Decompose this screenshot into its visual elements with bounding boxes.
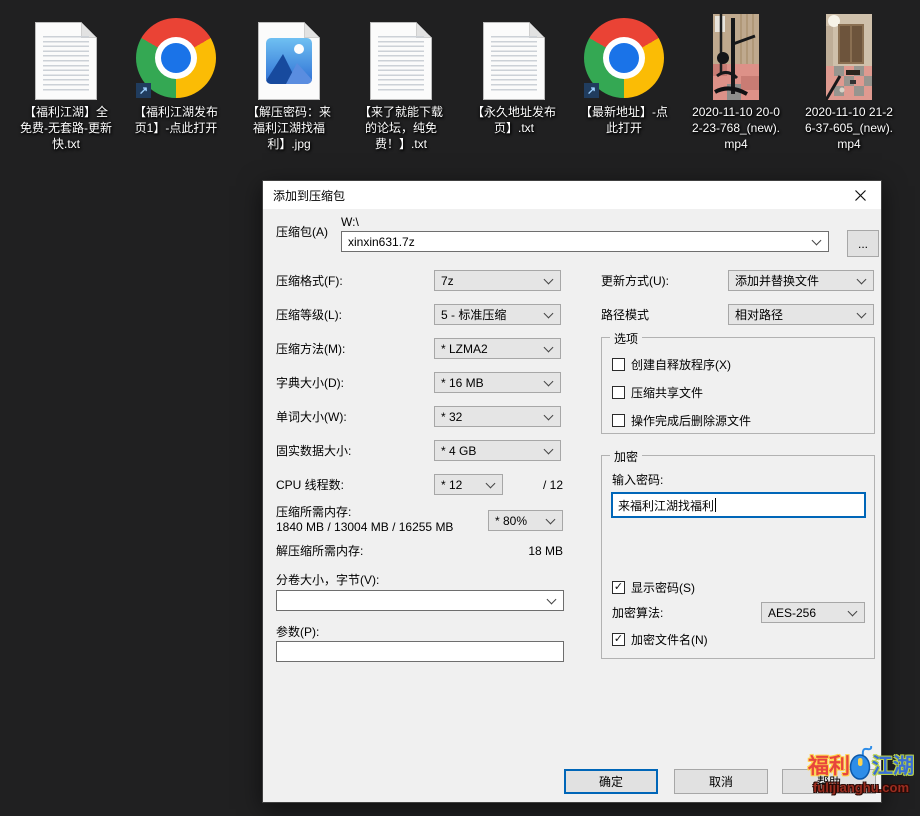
word-size-combo[interactable]: * 32 bbox=[434, 406, 561, 427]
memory-compress-value: 1840 MB / 13004 MB / 16255 MB bbox=[276, 520, 453, 535]
cpu-threads-combo[interactable]: * 12 bbox=[434, 474, 503, 495]
format-label: 压缩格式(F): bbox=[276, 274, 343, 289]
chevron-down-icon bbox=[812, 236, 822, 246]
icon-label: 【最新地址】-点此打开 bbox=[578, 104, 671, 136]
chrome-icon: ↗ bbox=[584, 14, 664, 100]
ok-button[interactable]: 确定 bbox=[564, 769, 658, 794]
update-mode-label: 更新方式(U): bbox=[601, 274, 669, 289]
delete-after-checkbox[interactable]: 操作完成后删除源文件 bbox=[612, 412, 751, 429]
volume-size-label: 分卷大小，字节(V): bbox=[276, 573, 379, 588]
text-file-icon bbox=[35, 14, 97, 100]
icon-label: 2020-11-10 21-26-37-605_(new).mp4 bbox=[803, 104, 896, 152]
watermark-brand-right: 江湖 bbox=[872, 756, 914, 777]
archive-name-combo[interactable]: xinxin631.7z bbox=[341, 231, 829, 252]
checkbox-icon bbox=[612, 414, 625, 427]
solid-block-label: 固实数据大小: bbox=[276, 444, 351, 459]
chrome-icon: ↗ bbox=[136, 14, 216, 100]
fulijianghu-watermark: 福利 江湖 fulijianghu.com bbox=[804, 752, 918, 795]
desktop-icon-video-1[interactable]: 2020-11-10 20-02-23-768_(new).mp4 bbox=[684, 14, 788, 152]
format-combo[interactable]: 7z bbox=[434, 270, 561, 291]
solid-block-combo[interactable]: * 4 GB bbox=[434, 440, 561, 461]
mouse-icon bbox=[849, 746, 873, 780]
chevron-down-icon bbox=[544, 343, 554, 353]
chevron-down-icon bbox=[857, 309, 867, 319]
cpu-threads-label: CPU 线程数: bbox=[276, 478, 344, 493]
memory-percent-combo[interactable]: * 80% bbox=[488, 510, 563, 531]
chevron-down-icon bbox=[544, 411, 554, 421]
chevron-down-icon bbox=[546, 515, 556, 525]
chevron-down-icon bbox=[848, 607, 858, 617]
archive-drive-path: W:\ bbox=[341, 215, 359, 230]
icon-label: 2020-11-10 20-02-23-768_(new).mp4 bbox=[690, 104, 783, 152]
dictionary-label: 字典大小(D): bbox=[276, 376, 344, 391]
checkbox-checked-icon bbox=[612, 581, 625, 594]
cancel-button[interactable]: 取消 bbox=[674, 769, 768, 794]
method-label: 压缩方法(M): bbox=[276, 342, 345, 357]
options-group-title: 选项 bbox=[610, 330, 642, 347]
chevron-down-icon bbox=[547, 595, 557, 605]
volume-size-combo[interactable] bbox=[276, 590, 564, 611]
checkbox-icon bbox=[612, 358, 625, 371]
path-mode-label: 路径模式 bbox=[601, 308, 649, 323]
level-combo[interactable]: 5 - 标准压缩 bbox=[434, 304, 561, 325]
password-label: 输入密码: bbox=[612, 473, 663, 488]
text-cursor bbox=[715, 498, 716, 512]
chevron-down-icon bbox=[544, 309, 554, 319]
desktop-icon-freebie-txt[interactable]: 【福利江湖】全免费-无套路-更新快.txt bbox=[14, 14, 118, 152]
icon-label: 【来了就能下载的论坛，纯免费！】.txt bbox=[355, 104, 448, 152]
add-to-archive-dialog: 添加到压缩包 压缩包(A) W:\ xinxin631.7z ... 压缩格式(… bbox=[262, 180, 882, 803]
encrypt-filenames-checkbox[interactable]: 加密文件名(N) bbox=[612, 631, 708, 648]
chevron-down-icon bbox=[857, 275, 867, 285]
desktop-icon-forum-txt[interactable]: 【来了就能下载的论坛，纯免费！】.txt bbox=[349, 14, 453, 152]
desktop-icon-address-txt[interactable]: 【永久地址发布页】.txt bbox=[462, 14, 566, 136]
desktop-icon-chrome-shortcut-1[interactable]: ↗ 【福利江湖发布页1】-点此打开 bbox=[124, 14, 228, 136]
shortcut-arrow-icon: ↗ bbox=[584, 83, 599, 98]
checkbox-icon bbox=[612, 386, 625, 399]
chevron-down-icon bbox=[544, 275, 554, 285]
checkbox-checked-icon bbox=[612, 633, 625, 646]
encryption-method-combo[interactable]: AES-256 bbox=[761, 602, 865, 623]
password-input[interactable]: 来福利江湖找福利 bbox=[611, 492, 866, 518]
cpu-threads-max: / 12 bbox=[509, 478, 563, 493]
create-sfx-checkbox[interactable]: 创建自释放程序(X) bbox=[612, 356, 731, 373]
close-icon[interactable] bbox=[839, 181, 881, 209]
encryption-group-title: 加密 bbox=[610, 448, 642, 465]
parameters-input[interactable] bbox=[276, 641, 564, 662]
path-mode-combo[interactable]: 相对路径 bbox=[728, 304, 874, 325]
watermark-url: fulijianghu.com bbox=[804, 780, 918, 795]
video-thumbnail-icon bbox=[713, 14, 759, 100]
shortcut-arrow-icon: ↗ bbox=[136, 83, 151, 98]
level-label: 压缩等级(L): bbox=[276, 308, 342, 323]
text-file-icon bbox=[483, 14, 545, 100]
chevron-down-icon bbox=[544, 377, 554, 387]
update-mode-combo[interactable]: 添加并替换文件 bbox=[728, 270, 874, 291]
image-file-icon bbox=[258, 14, 320, 100]
encryption-method-label: 加密算法: bbox=[612, 606, 663, 621]
desktop-icon-video-2[interactable]: 2020-11-10 21-26-37-605_(new).mp4 bbox=[797, 14, 901, 152]
browse-button[interactable]: ... bbox=[847, 230, 879, 257]
text-file-icon bbox=[370, 14, 432, 100]
dialog-titlebar: 添加到压缩包 bbox=[263, 181, 881, 209]
memory-decompress-value: 18 MB bbox=[276, 544, 563, 559]
shared-files-checkbox[interactable]: 压缩共享文件 bbox=[612, 384, 703, 401]
word-size-label: 单词大小(W): bbox=[276, 410, 347, 425]
dictionary-combo[interactable]: * 16 MB bbox=[434, 372, 561, 393]
archive-label: 压缩包(A) bbox=[276, 225, 328, 240]
parameters-label: 参数(P): bbox=[276, 625, 319, 640]
archive-name-value: xinxin631.7z bbox=[348, 235, 415, 249]
chevron-down-icon bbox=[486, 479, 496, 489]
chevron-down-icon bbox=[544, 445, 554, 455]
show-password-checkbox[interactable]: 显示密码(S) bbox=[612, 579, 695, 596]
watermark-brand-left: 福利 bbox=[808, 756, 850, 777]
dialog-title: 添加到压缩包 bbox=[263, 187, 345, 204]
video-thumbnail-icon bbox=[826, 14, 872, 100]
icon-label: 【福利江湖发布页1】-点此打开 bbox=[130, 104, 223, 136]
memory-compress-label: 压缩所需内存: bbox=[276, 505, 351, 520]
desktop-icon-chrome-shortcut-2[interactable]: ↗ 【最新地址】-点此打开 bbox=[572, 14, 676, 136]
desktop-icon-password-jpg[interactable]: 【解压密码：来福利江湖找福利】.jpg bbox=[237, 14, 341, 152]
icon-label: 【永久地址发布页】.txt bbox=[468, 104, 561, 136]
icon-label: 【解压密码：来福利江湖找福利】.jpg bbox=[243, 104, 336, 152]
method-combo[interactable]: * LZMA2 bbox=[434, 338, 561, 359]
icon-label: 【福利江湖】全免费-无套路-更新快.txt bbox=[20, 104, 113, 152]
